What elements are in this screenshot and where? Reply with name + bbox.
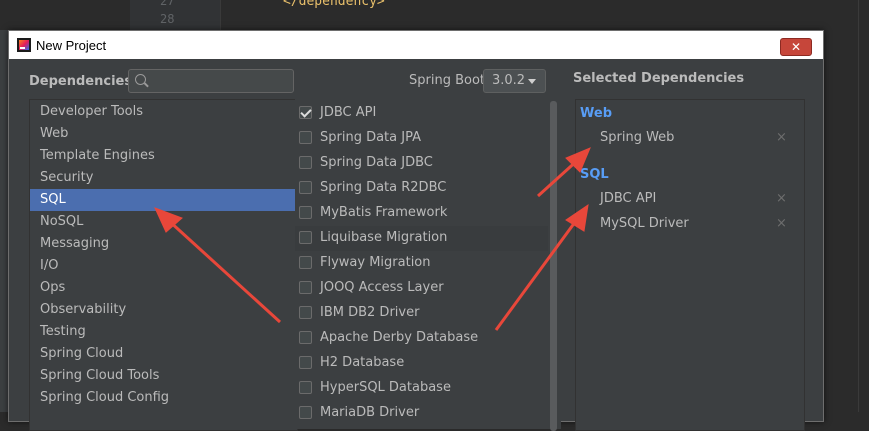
annotation-arrows — [154, 147, 591, 331]
annotation-arrow — [494, 217, 580, 331]
annotation-arrow — [166, 218, 282, 324]
annotation-arrowhead — [565, 203, 589, 232]
